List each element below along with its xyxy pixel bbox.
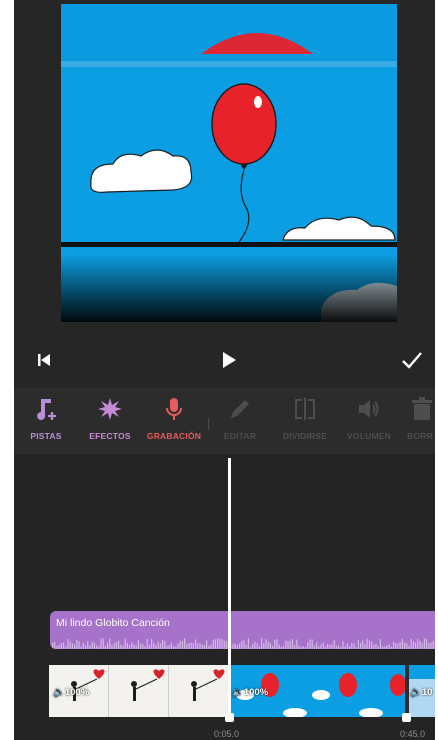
tool-label: DIVIDIRSE [282, 431, 328, 441]
tool-volumen[interactable]: VOLUMEN [339, 396, 399, 441]
tool-borrar[interactable]: BORR [403, 396, 435, 441]
playback-controls [14, 332, 435, 388]
end-time: 0:45.0 [400, 729, 426, 739]
tool-label: EDITAR [223, 431, 257, 441]
tool-label: PISTAS [30, 431, 62, 441]
sparkle-burst-icon [98, 398, 122, 420]
split-icon [295, 398, 315, 420]
microphone-icon [166, 398, 182, 420]
speaker-icon: 🔈 [53, 687, 65, 698]
playhead[interactable] [228, 458, 231, 720]
clip-trim-handle-end[interactable] [402, 713, 411, 722]
tool-editar[interactable]: EDITAR [210, 396, 270, 441]
tool-label: GRABACIÓN [146, 431, 202, 441]
speaker-icon [359, 400, 379, 418]
clip-volume-label: 🔈100% [53, 687, 90, 698]
tool-label: BORR [407, 431, 433, 441]
speaker-icon: 🔈 [232, 687, 244, 698]
audio-waveform [52, 638, 435, 649]
playhead-time: 0:05.0 [214, 729, 240, 739]
clip-volume-label: 🔈10 [410, 687, 433, 698]
edit-toolbar: PISTAS EFECTOS GRABACIÓN EDITAR DIVIDIRS… [14, 388, 435, 454]
music-note-plus-icon [37, 399, 56, 420]
clip-volume-label: 🔈100% [232, 687, 269, 698]
tool-dividirse[interactable]: DIVIDIRSE [275, 396, 335, 441]
play-icon[interactable] [218, 349, 240, 371]
trash-icon [412, 397, 432, 420]
skip-to-start-icon[interactable] [34, 350, 54, 370]
pencil-icon [231, 400, 249, 418]
audio-clip-title: Mi lindo Globito Canción [56, 617, 170, 629]
tool-label: EFECTOS [89, 431, 131, 441]
clip-trim-handle-start[interactable] [225, 713, 234, 722]
video-preview[interactable] [61, 4, 397, 322]
tool-pistas[interactable]: PISTAS [16, 396, 76, 441]
tool-label: VOLUMEN [347, 431, 391, 441]
tool-grabacion[interactable]: GRABACIÓN [144, 396, 204, 441]
speaker-icon: 🔈 [410, 687, 422, 698]
preview-area [14, 0, 435, 332]
toolbar-divider [208, 418, 209, 430]
left-frame-edge [0, 0, 14, 740]
timeline[interactable]: Mi lindo Globito Canción 🔈100% 🔈100% 🔈10… [14, 454, 435, 740]
audio-clip[interactable]: Mi lindo Globito Canción [50, 611, 435, 649]
checkmark-icon[interactable] [400, 348, 424, 372]
tool-efectos[interactable]: EFECTOS [80, 396, 140, 441]
video-track[interactable]: 🔈100% 🔈100% 🔈10 [49, 665, 435, 717]
